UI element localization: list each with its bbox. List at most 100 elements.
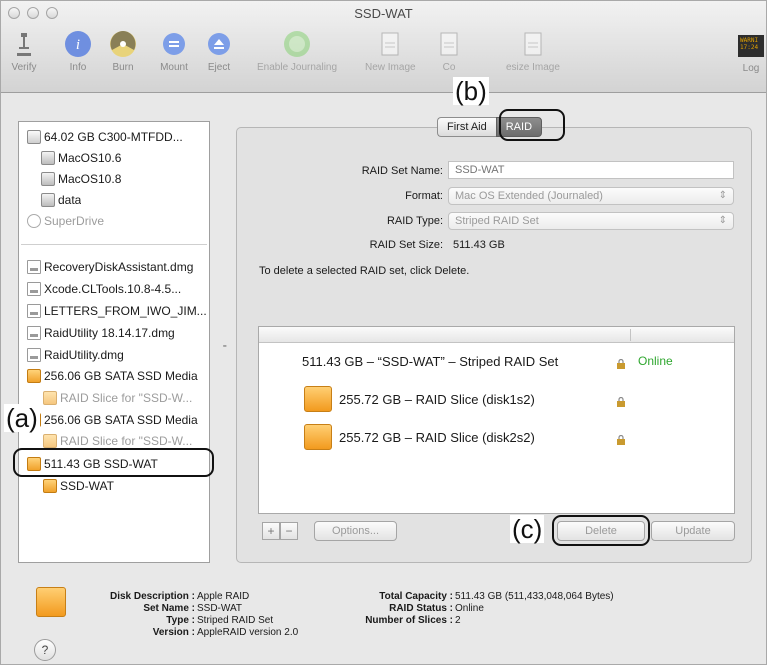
toolbar-label: Eject [207, 62, 231, 73]
volume-icon [41, 172, 55, 186]
sidebar-item-recovery-dmg[interactable]: RecoveryDiskAssistant.dmg [27, 257, 193, 277]
optical-drive-icon [27, 214, 41, 228]
raid-set-large-icon [36, 587, 66, 617]
detail-label: RAID Status : [389, 603, 453, 614]
raid-slice-row[interactable]: 255.72 GB – RAID Slice (disk2s2) [339, 430, 535, 445]
raid-slice-disk-icon [304, 424, 332, 450]
sidebar-divider [21, 244, 207, 245]
delete-hint-text: To delete a selected RAID set, click Del… [259, 265, 470, 277]
convert-button[interactable]: Co [434, 29, 464, 73]
raid-set-size-label: RAID Set Size: [369, 239, 443, 251]
svg-text:i: i [76, 37, 80, 53]
detail-label: Type : [166, 615, 195, 626]
raid-type-select[interactable]: Striped RAID Set ⇕ [448, 212, 734, 230]
log-button[interactable]: WARNI 17:24 Log [738, 29, 764, 74]
mount-button[interactable]: Mount [159, 29, 189, 73]
split-resize-handle[interactable]: ⁃ [222, 340, 228, 353]
burn-icon [110, 31, 136, 57]
new-image-button[interactable]: New Image [365, 29, 416, 73]
tab-first-aid[interactable]: First Aid [437, 117, 496, 137]
detail-value: Striped RAID Set [197, 615, 274, 626]
annotation-box-delete [552, 515, 650, 546]
lock-icon [617, 435, 625, 445]
detail-value: SSD-WAT [197, 603, 242, 614]
sidebar-item-sata-ssd-2[interactable]: 256.06 GB SATA SSD Media [27, 410, 198, 430]
sidebar-item-label: 64.02 GB C300-MTFDD... [44, 130, 183, 144]
sidebar-item-letters-dmg[interactable]: LETTERS_FROM_IWO_JIM... [27, 301, 207, 321]
chevron-updown-icon: ⇕ [718, 190, 727, 201]
column-divider [630, 329, 631, 341]
lock-icon [617, 397, 625, 407]
format-select[interactable]: Mac OS Extended (Journaled) ⇕ [448, 187, 734, 205]
sidebar-item-xcode-dmg[interactable]: Xcode.CLTools.10.8-4.5... [27, 279, 181, 299]
toolbar-label: Enable Journaling [257, 62, 338, 73]
sidebar-item-sata-ssd-1[interactable]: 256.06 GB SATA SSD Media [27, 366, 198, 386]
annotation-label-b: (b) [453, 76, 489, 106]
disk-image-icon [27, 282, 41, 296]
format-label: Format: [405, 190, 443, 202]
detail-label: Set Name : [143, 603, 195, 614]
update-button[interactable]: Update [651, 521, 735, 541]
sidebar-item-superdrive[interactable]: SuperDrive [27, 211, 104, 231]
list-header [259, 327, 734, 343]
chevron-updown-icon: ⇕ [718, 215, 727, 226]
raid-slice-icon [43, 434, 57, 448]
eject-button[interactable]: Eject [204, 29, 234, 73]
info-button[interactable]: i Info [63, 29, 93, 73]
resize-image-button[interactable]: esize Image [506, 29, 560, 73]
raid-set-label[interactable]: 511.43 GB – “SSD-WAT” – Striped RAID Set [302, 354, 558, 369]
sidebar-item-label: RaidUtility 18.14.17.dmg [44, 326, 175, 340]
sidebar-item-raidutility-dmg[interactable]: RaidUtility.dmg [27, 345, 124, 365]
sidebar-item-raid-slice-1[interactable]: RAID Slice for "SSD-W... [43, 388, 192, 408]
toolbar-label: Co [442, 62, 456, 73]
volume-icon [41, 193, 55, 207]
annotation-box-raid-set [13, 448, 214, 477]
resize-image-icon [524, 32, 542, 56]
help-button[interactable]: ? [34, 639, 56, 661]
add-button[interactable]: + [262, 522, 280, 540]
raid-slice-row[interactable]: 255.72 GB – RAID Slice (disk1s2) [339, 392, 535, 407]
sidebar-item-label: 256.06 GB SATA SSD Media [44, 369, 198, 383]
sidebar-item-macos108[interactable]: MacOS10.8 [41, 169, 121, 189]
sidebar-item-label: MacOS10.8 [58, 172, 122, 186]
detail-label: Total Capacity : [379, 591, 453, 602]
convert-icon [440, 32, 458, 56]
hard-disk-icon [27, 130, 41, 144]
sidebar-item-label: SuperDrive [44, 214, 105, 228]
annotation-label-c: (c) [510, 514, 545, 544]
disk-image-icon [27, 348, 41, 362]
disk-image-icon [27, 260, 41, 274]
log-icon: WARNI 17:24 [738, 35, 764, 57]
annotation-box-raid-tab [499, 109, 565, 141]
enable-journaling-button[interactable]: Enable Journaling [257, 29, 337, 73]
raid-type-label: RAID Type: [386, 215, 443, 227]
raid-type-value: Striped RAID Set [455, 215, 539, 227]
sidebar-item-label: 256.06 GB SATA SSD Media [44, 413, 198, 427]
burn-button[interactable]: Burn [108, 29, 138, 73]
disk-image-icon [27, 326, 41, 340]
detail-label: Number of Slices : [365, 615, 453, 626]
disk-image-icon [27, 304, 41, 318]
sidebar-item-raidutility-dated-dmg[interactable]: RaidUtility 18.14.17.dmg [27, 323, 175, 343]
sidebar-item-macos106[interactable]: MacOS10.6 [41, 148, 121, 168]
journaling-icon [284, 31, 311, 57]
format-value: Mac OS Extended (Journaled) [455, 190, 603, 202]
remove-button[interactable]: − [280, 522, 298, 540]
raid-status-online: Online [638, 354, 673, 368]
raid-set-size-value: 511.43 GB [453, 239, 505, 251]
raid-set-list[interactable]: 511.43 GB – “SSD-WAT” – Striped RAID Set… [258, 326, 735, 514]
device-sidebar: 64.02 GB C300-MTFDD... MacOS10.6 MacOS10… [18, 121, 210, 563]
detail-value: Online [455, 603, 484, 614]
sidebar-item-ssd-wat-volume[interactable]: SSD-WAT [43, 476, 114, 496]
disk-utility-window: SSD-WAT Verify i Info Burn Mount Eject E… [0, 0, 767, 665]
sidebar-item-label: RaidUtility.dmg [44, 348, 124, 362]
sidebar-item-c300[interactable]: 64.02 GB C300-MTFDD... [27, 127, 183, 147]
verify-button[interactable]: Verify [9, 29, 39, 73]
sidebar-item-label: LETTERS_FROM_IWO_JIM... [44, 304, 207, 318]
info-icon: i [65, 31, 91, 57]
sidebar-item-data[interactable]: data [41, 190, 81, 210]
options-button[interactable]: Options... [314, 521, 397, 541]
volume-icon [43, 479, 57, 493]
raid-set-name-field[interactable] [448, 161, 734, 179]
toolbar-label: esize Image [506, 62, 560, 73]
